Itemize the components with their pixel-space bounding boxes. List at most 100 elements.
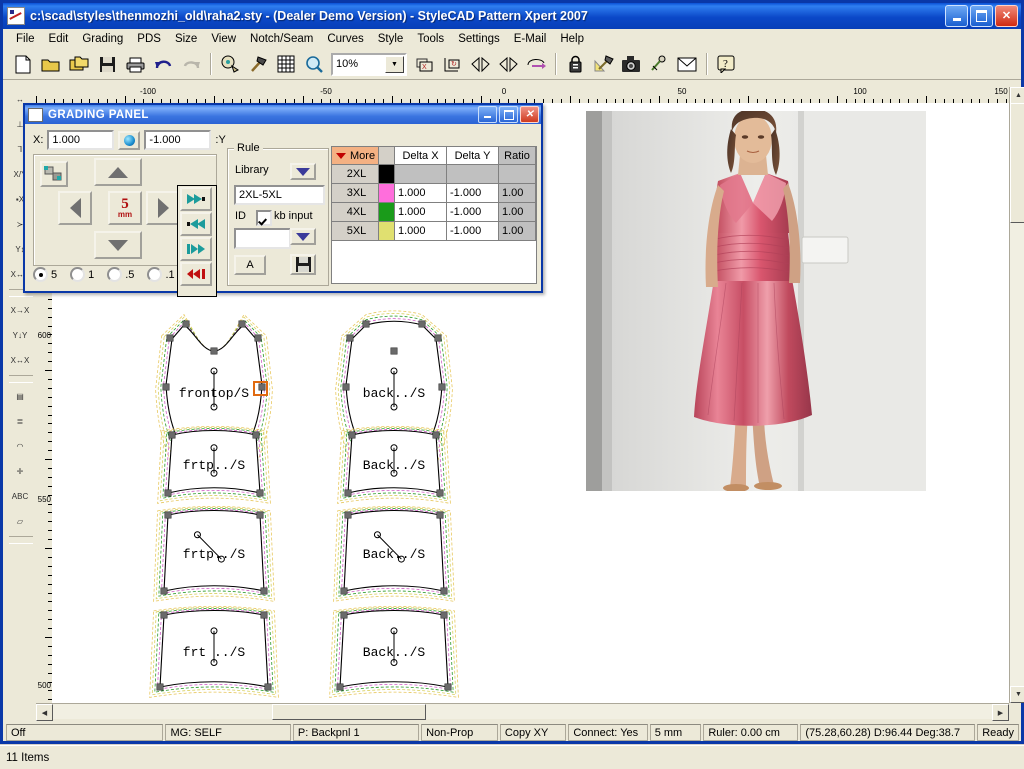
grade-copy-rule-icon[interactable]: ▤ bbox=[6, 384, 34, 409]
grade-stack-icon[interactable]: ▱ bbox=[6, 509, 34, 534]
y-input[interactable]: -1.000 bbox=[144, 130, 211, 150]
grade-x-to-x-icon[interactable]: X→X bbox=[6, 298, 34, 323]
step-option-1[interactable]: 1 bbox=[70, 267, 94, 282]
grade-point[interactable] bbox=[261, 612, 267, 618]
grade-point[interactable] bbox=[183, 321, 189, 327]
nudge-down-button[interactable] bbox=[94, 231, 142, 259]
hammer-tool-icon[interactable] bbox=[244, 51, 272, 77]
mirror-left-icon[interactable] bbox=[466, 51, 494, 77]
delta-y-cell[interactable]: -1.000 bbox=[447, 222, 499, 241]
delta-y-cell[interactable]: -1.000 bbox=[447, 203, 499, 222]
grade-point[interactable] bbox=[259, 384, 265, 390]
open-folder-icon[interactable] bbox=[37, 51, 65, 77]
horizontal-scroll-thumb[interactable] bbox=[272, 704, 426, 720]
undo-icon[interactable] bbox=[149, 51, 177, 77]
grade-curve-rule-icon[interactable]: ◠ bbox=[6, 434, 34, 459]
grading-panel-maximize-button[interactable] bbox=[499, 106, 518, 123]
menu-item-settings[interactable]: Settings bbox=[451, 31, 507, 47]
grade-point[interactable] bbox=[341, 612, 347, 618]
center-point-icon[interactable] bbox=[118, 131, 140, 150]
delta-x-cell[interactable]: 1.000 bbox=[395, 184, 447, 203]
grade-point[interactable] bbox=[345, 490, 351, 496]
size-cell[interactable]: 3XL bbox=[332, 184, 379, 203]
ratio-cell[interactable]: 1.00 bbox=[499, 184, 536, 203]
radio-point1-icon[interactable] bbox=[147, 267, 162, 282]
grade-point-select-icon[interactable] bbox=[40, 161, 68, 187]
grade-point[interactable] bbox=[253, 432, 259, 438]
step-next-group-icon[interactable] bbox=[180, 237, 212, 261]
grade-y-to-y-icon[interactable]: Y↓Y bbox=[6, 323, 34, 348]
menu-item-notch-seam[interactable]: Notch/Seam bbox=[243, 31, 320, 47]
maximize-button[interactable] bbox=[970, 5, 993, 27]
ratio-cell[interactable]: 1.00 bbox=[499, 203, 536, 222]
grid-table-icon[interactable] bbox=[272, 51, 300, 77]
piece-rotate-icon[interactable]: ↻ bbox=[438, 51, 466, 77]
size-cell[interactable]: 2XL bbox=[332, 165, 379, 184]
grade-point[interactable] bbox=[437, 512, 443, 518]
color-swatch[interactable] bbox=[379, 184, 395, 203]
library-dropdown-button[interactable] bbox=[290, 163, 316, 180]
size-cell[interactable]: 4XL bbox=[332, 203, 379, 222]
lock-tool-icon[interactable] bbox=[561, 51, 589, 77]
menu-item-size[interactable]: Size bbox=[168, 31, 204, 47]
close-button[interactable]: ✕ bbox=[995, 5, 1018, 27]
scroll-down-button[interactable]: ▼ bbox=[1010, 686, 1024, 703]
color-swatch[interactable] bbox=[379, 165, 395, 184]
alpha-button[interactable]: A bbox=[234, 255, 266, 275]
delta-y-cell[interactable]: -1.000 bbox=[447, 184, 499, 203]
grading-panel-close-button[interactable]: ✕ bbox=[520, 106, 539, 123]
ratio-header[interactable]: Ratio bbox=[499, 147, 536, 165]
step-last-icon[interactable] bbox=[180, 187, 212, 211]
zoom-level-combobox[interactable]: ▼ bbox=[331, 53, 407, 76]
nudge-up-button[interactable] bbox=[94, 158, 142, 186]
zoom-level-input[interactable] bbox=[333, 57, 382, 71]
grade-point[interactable] bbox=[161, 588, 167, 594]
vertical-scroll-thumb[interactable] bbox=[1010, 103, 1024, 223]
grading-table[interactable]: More Delta X Delta Y Ratio 2XL3XL1.000-1… bbox=[331, 146, 537, 284]
plotter-icon[interactable] bbox=[645, 51, 673, 77]
grade-point[interactable] bbox=[167, 335, 173, 341]
menu-item-curves[interactable]: Curves bbox=[320, 31, 370, 47]
grade-point[interactable] bbox=[261, 588, 267, 594]
grade-point[interactable] bbox=[441, 612, 447, 618]
scroll-left-button[interactable]: ◀ bbox=[36, 704, 53, 721]
measure-tape-icon[interactable] bbox=[216, 51, 244, 77]
grade-nest-icon[interactable]: ≣ bbox=[6, 409, 34, 434]
email-icon[interactable] bbox=[673, 51, 701, 77]
menu-item-email[interactable]: E-Mail bbox=[507, 31, 554, 47]
grade-point[interactable] bbox=[255, 335, 261, 341]
grade-point[interactable] bbox=[441, 588, 447, 594]
digitize-tool-icon[interactable] bbox=[589, 51, 617, 77]
horizontal-ruler[interactable]: -100 -50 0 50 100 150 bbox=[36, 87, 1009, 104]
delta-x-cell[interactable]: 1.000 bbox=[395, 203, 447, 222]
help-icon[interactable]: ? bbox=[712, 51, 740, 77]
ratio-cell[interactable]: 1.00 bbox=[499, 222, 536, 241]
grade-point[interactable] bbox=[337, 684, 343, 690]
grade-point[interactable] bbox=[347, 335, 353, 341]
camera-icon[interactable] bbox=[617, 51, 645, 77]
grade-point-add-icon[interactable]: ✛ bbox=[6, 459, 34, 484]
scroll-up-button[interactable]: ▲ bbox=[1010, 87, 1024, 104]
piece-copy-icon[interactable]: X bbox=[410, 51, 438, 77]
grade-point[interactable] bbox=[363, 321, 369, 327]
grade-point[interactable] bbox=[163, 384, 169, 390]
kb-input-checkbox[interactable] bbox=[256, 210, 272, 226]
grade-point[interactable] bbox=[391, 348, 397, 354]
vertical-scrollbar[interactable]: ▲ ▼ bbox=[1009, 87, 1024, 703]
more-button[interactable]: More bbox=[332, 147, 379, 165]
flip-piece-icon[interactable] bbox=[522, 51, 550, 77]
grade-point[interactable] bbox=[341, 588, 347, 594]
grade-point[interactable] bbox=[257, 512, 263, 518]
grade-point[interactable] bbox=[345, 512, 351, 518]
delta-x-cell[interactable]: 1.000 bbox=[395, 222, 447, 241]
menu-item-file[interactable]: File bbox=[9, 31, 42, 47]
size-cell[interactable]: 5XL bbox=[332, 222, 379, 241]
grade-xx-yy-icon[interactable]: X↔X bbox=[6, 348, 34, 373]
grade-point[interactable] bbox=[265, 684, 271, 690]
save-icon[interactable] bbox=[93, 51, 121, 77]
radio-5-icon[interactable] bbox=[33, 267, 48, 282]
mirror-right-icon[interactable] bbox=[494, 51, 522, 77]
library-value[interactable]: 2XL-5XL bbox=[234, 185, 325, 205]
menu-item-style[interactable]: Style bbox=[371, 31, 411, 47]
delta-x-cell[interactable] bbox=[395, 165, 447, 184]
